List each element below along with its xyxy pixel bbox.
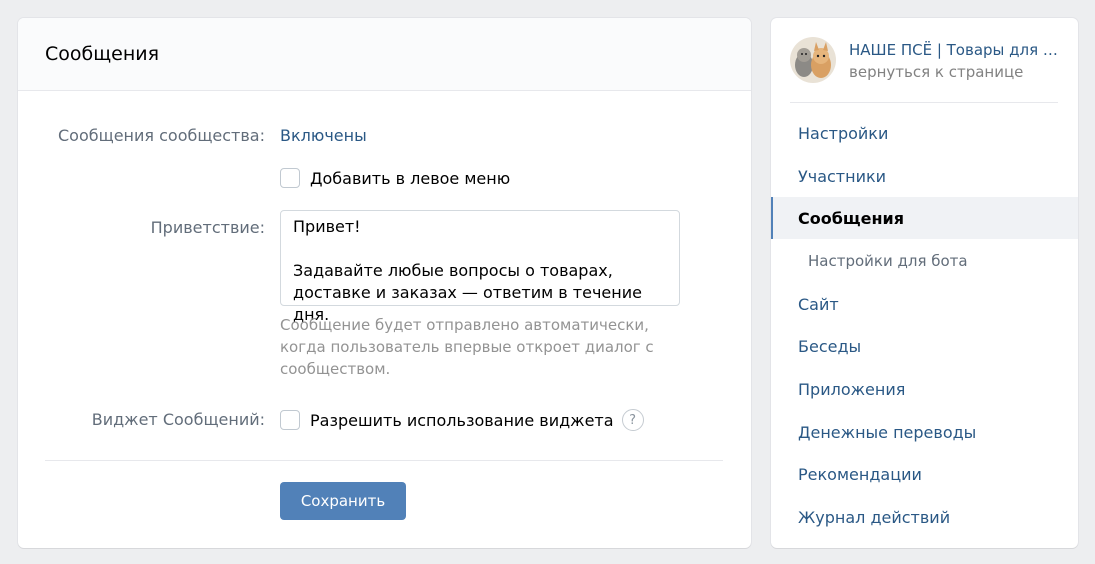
help-icon[interactable]: ? [621,409,644,431]
messages-label: Сообщения сообщества: [58,126,265,145]
sidebar-item-money-transfers[interactable]: Денежные переводы [771,411,1078,453]
sidebar-item-members[interactable]: Участники [771,155,1078,197]
sidebar-item-apps[interactable]: Приложения [771,368,1078,410]
sidebar-item-settings[interactable]: Настройки [771,112,1078,154]
sidebar-item-site[interactable]: Сайт [771,283,1078,325]
sidebar-item-bot-settings[interactable]: Настройки для бота [771,240,1078,282]
greeting-label: Приветствие: [150,218,265,237]
community-header[interactable]: НАШЕ ПСЁ | Товары для собак вернуться к … [790,37,1058,103]
add-left-menu-checkbox[interactable] [280,168,300,188]
settings-sidebar: НАШЕ ПСЁ | Товары для собак вернуться к … [771,18,1078,548]
greeting-hint: Сообщение будет отправлено автоматически… [280,316,654,378]
messages-status-link[interactable]: Включены [280,126,367,145]
sidebar-item-chats[interactable]: Беседы [771,325,1078,367]
divider [45,460,723,461]
save-button[interactable]: Сохранить [280,482,406,520]
add-left-menu-label: Добавить в левое меню [310,168,511,188]
widget-option[interactable]: Разрешить использование виджета ? [280,409,644,431]
add-left-menu-option[interactable]: Добавить в левое меню [280,168,510,188]
messages-settings-panel: Сообщения Сообщения сообщества: Включены… [18,18,751,548]
community-avatar[interactable] [790,37,836,83]
greeting-textarea[interactable]: Привет! Задавайте любые вопросы о товара… [280,210,680,324]
panel-header: Сообщения [18,18,751,91]
sidebar-item-action-log[interactable]: Журнал действий [771,496,1078,538]
sidebar-item-recommendations[interactable]: Рекомендации [771,453,1078,495]
community-name-link[interactable]: НАШЕ ПСЁ | Товары для собак [849,41,1058,59]
page-title: Сообщения [45,43,160,65]
widget-label: Виджет Сообщений: [91,410,265,429]
community-text: НАШЕ ПСЁ | Товары для собак вернуться к … [849,37,1058,81]
back-to-page-link[interactable]: вернуться к странице [849,63,1058,81]
sidebar-item-messages[interactable]: Сообщения [771,197,1078,239]
widget-checkbox[interactable] [280,410,300,430]
widget-checkbox-label: Разрешить использование виджета [310,410,614,430]
